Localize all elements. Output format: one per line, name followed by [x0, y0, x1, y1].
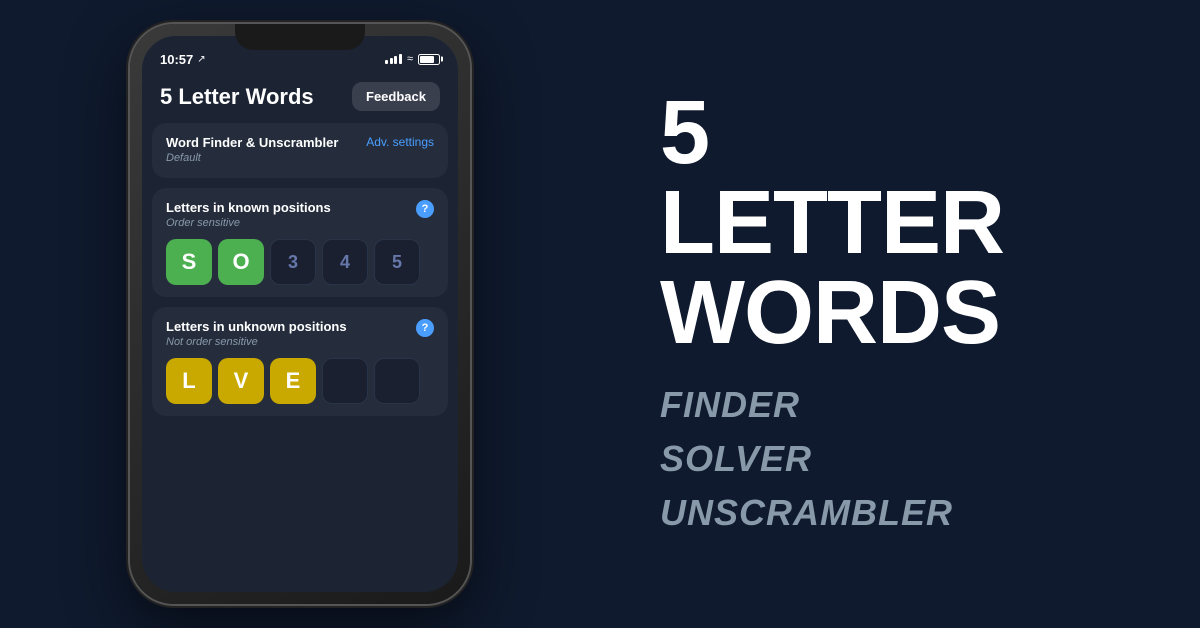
status-time: 10:57	[160, 52, 193, 67]
unknown-positions-title-group: Letters in unknown positions Not order s…	[166, 319, 347, 348]
word-finder-card: Word Finder & Unscrambler Default Adv. s…	[152, 123, 448, 178]
sub-title-2: SOLVER	[660, 432, 1140, 486]
word-finder-title: Word Finder & Unscrambler	[166, 135, 338, 150]
unknown-positions-title: Letters in unknown positions	[166, 319, 347, 334]
phone-notch	[235, 24, 365, 50]
tile-s[interactable]: S	[166, 239, 212, 285]
unknown-positions-subtitle: Not order sensitive	[166, 336, 347, 348]
tile-e[interactable]: E	[270, 358, 316, 404]
signal-bar-2	[390, 58, 393, 64]
known-positions-tiles: S O 3 4 5	[166, 239, 434, 285]
tile-v[interactable]: V	[218, 358, 264, 404]
tile-5[interactable]: 5	[374, 239, 420, 285]
word-finder-title-group: Word Finder & Unscrambler Default	[166, 135, 338, 164]
location-icon: ↗	[197, 54, 205, 65]
tile-empty-1[interactable]	[322, 358, 368, 404]
unknown-positions-tiles: L V E	[166, 358, 434, 404]
sub-titles: FINDER SOLVER UNSCRAMBLER	[660, 378, 1140, 540]
feedback-button[interactable]: Feedback	[352, 82, 440, 111]
unknown-positions-header-row: Letters in unknown positions Not order s…	[166, 319, 434, 348]
signal-bars	[385, 54, 402, 64]
phone-section: 10:57 ↗ ≈ 5 Le	[0, 0, 600, 628]
adv-settings-link[interactable]: Adv. settings	[366, 135, 434, 149]
word-finder-subtitle: Default	[166, 152, 338, 164]
known-positions-card: Letters in known positions Order sensiti…	[152, 188, 448, 297]
tile-4[interactable]: 4	[322, 239, 368, 285]
tile-o[interactable]: O	[218, 239, 264, 285]
tile-3[interactable]: 3	[270, 239, 316, 285]
unknown-positions-help-icon[interactable]: ?	[416, 319, 434, 337]
status-icons: ≈	[385, 53, 440, 65]
sub-title-3: UNSCRAMBLER	[660, 486, 1140, 540]
battery-icon	[418, 54, 440, 65]
sub-title-1: FINDER	[660, 378, 1140, 432]
app-header: 5 Letter Words Feedback	[142, 72, 458, 123]
text-section: 5 LETTER WORDS FINDER SOLVER UNSCRAMBLER	[600, 0, 1200, 628]
tile-l[interactable]: L	[166, 358, 212, 404]
title-line1: LETTER	[660, 173, 1004, 273]
signal-bar-1	[385, 60, 388, 64]
unknown-positions-card: Letters in unknown positions Not order s…	[152, 307, 448, 416]
signal-bar-4	[399, 54, 402, 64]
known-positions-subtitle: Order sensitive	[166, 217, 331, 229]
phone-screen: 10:57 ↗ ≈ 5 Le	[142, 36, 458, 592]
known-positions-title: Letters in known positions	[166, 200, 331, 215]
tile-empty-2[interactable]	[374, 358, 420, 404]
phone-frame: 10:57 ↗ ≈ 5 Le	[130, 24, 470, 604]
known-positions-title-group: Letters in known positions Order sensiti…	[166, 200, 331, 229]
title-line2: WORDS	[660, 263, 1000, 363]
known-positions-header-row: Letters in known positions Order sensiti…	[166, 200, 434, 229]
word-finder-header-row: Word Finder & Unscrambler Default Adv. s…	[166, 135, 434, 164]
known-positions-help-icon[interactable]: ?	[416, 200, 434, 218]
app-title: 5 Letter Words	[160, 84, 314, 110]
signal-bar-3	[394, 56, 397, 64]
wifi-icon: ≈	[407, 53, 413, 65]
battery-fill	[420, 56, 434, 63]
big-title: 5 LETTER WORDS	[660, 88, 1140, 358]
big-number: 5	[660, 83, 709, 183]
